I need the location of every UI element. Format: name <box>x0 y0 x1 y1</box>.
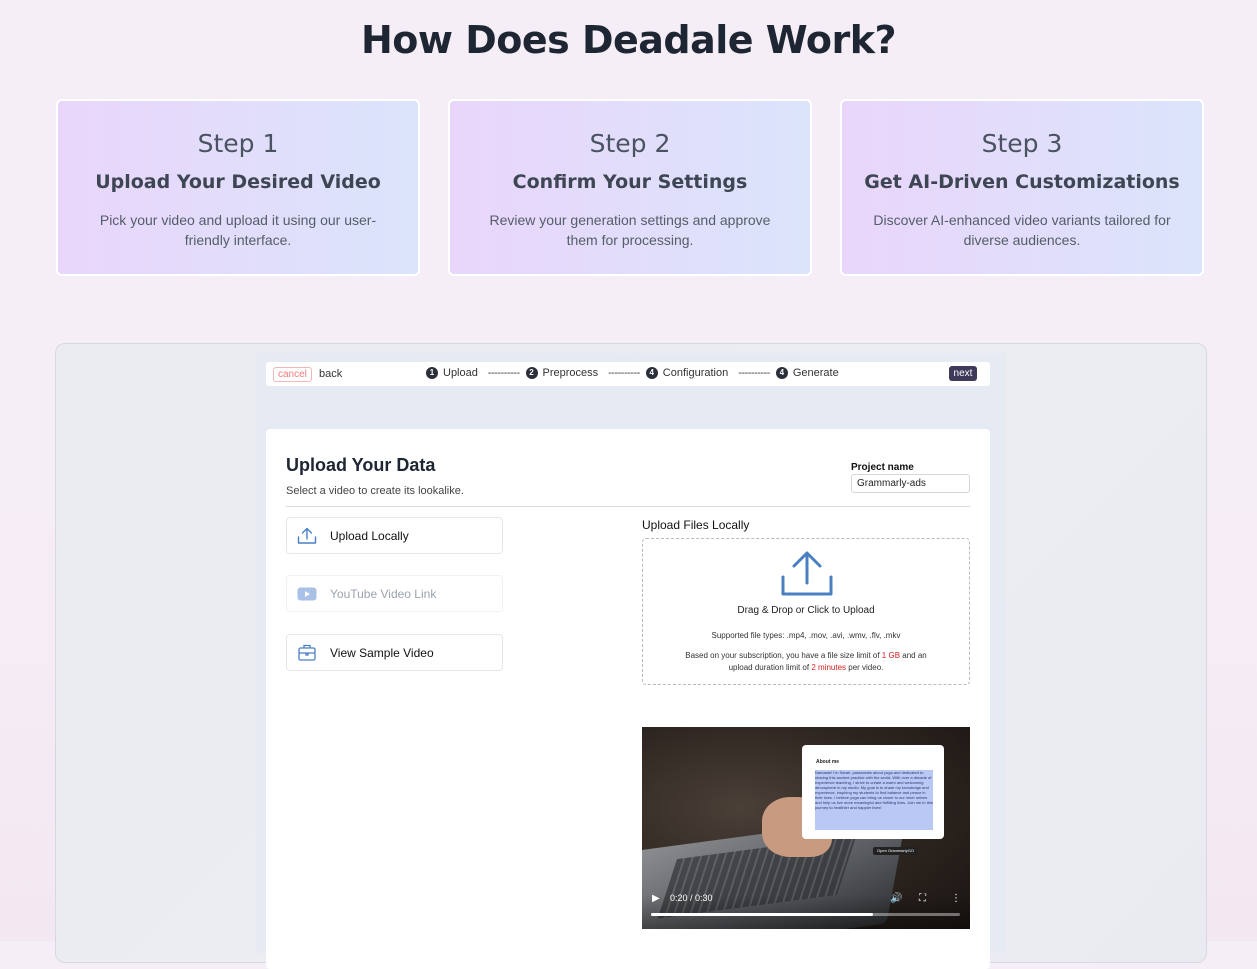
duration-limit: 2 minutes <box>811 663 847 672</box>
stepper-label-generate: Generate <box>792 367 839 379</box>
more-options-icon[interactable]: ⋮ <box>951 893 961 904</box>
volume-icon[interactable]: 🔊 <box>890 893 902 904</box>
back-button[interactable]: back <box>319 368 342 380</box>
app-screenshot: cancel back 1 Upload ---------- 2 Prepro… <box>256 353 1006 969</box>
upload-limit-text: Based on your subscription, you have a f… <box>685 651 927 672</box>
dropzone-text: Drag & Drop or Click to Upload <box>737 605 875 616</box>
view-sample-option[interactable]: View Sample Video <box>286 634 503 671</box>
about-me-card: About me Namaste! I'm Sarah, passionate … <box>802 745 944 839</box>
step-title: Get AI-Driven Customizations <box>864 171 1180 193</box>
next-button[interactable]: next <box>949 366 977 381</box>
fullscreen-icon[interactable]: ⛶ <box>919 893 926 904</box>
stepper-separator: ---------- <box>487 367 520 379</box>
step-indicator-icon: 2 <box>525 367 538 379</box>
upload-subtitle: Select a video to create its lookalike. <box>286 485 464 497</box>
play-icon[interactable]: ▶ <box>652 893 660 904</box>
step-description: Discover AI-enhanced video variants tail… <box>873 212 1171 248</box>
stepper-separator: ---------- <box>738 367 770 379</box>
step-title: Upload Your Desired Video <box>95 171 381 193</box>
project-name-label: Project name <box>851 462 914 473</box>
step-number: Step 2 <box>589 129 671 158</box>
sample-video-player[interactable]: About me Namaste! I'm Sarah, passionate … <box>642 727 970 929</box>
step-number: Step 3 <box>981 129 1063 158</box>
stepper-label-upload: Upload <box>443 367 478 379</box>
project-name-input[interactable] <box>851 474 970 493</box>
files-heading: Upload Files Locally <box>642 518 750 532</box>
supported-types: Supported file types: .mp4, .mov, .avi, … <box>711 631 901 640</box>
wizard-topbar: cancel back 1 Upload ---------- 2 Prepro… <box>266 362 990 386</box>
option-label: View Sample Video <box>330 645 434 660</box>
youtube-icon <box>296 584 318 604</box>
option-label: YouTube Video Link <box>330 586 437 601</box>
youtube-link-option[interactable]: YouTube Video Link <box>286 575 503 612</box>
option-label: Upload Locally <box>330 528 409 543</box>
divider <box>286 506 970 507</box>
step-card-2: Step 2 Confirm Your Settings Review your… <box>448 99 812 276</box>
upload-title: Upload Your Data <box>286 455 436 475</box>
step-card-1: Step 1 Upload Your Desired Video Pick yo… <box>56 99 420 276</box>
step-title: Confirm Your Settings <box>512 171 748 193</box>
cloud-upload-icon <box>781 551 833 602</box>
upload-icon <box>296 526 318 546</box>
page-title: How Does Deadale Work? <box>360 18 897 62</box>
stepper-label-preprocess: Preprocess <box>542 367 599 379</box>
stepper-separator: ---------- <box>608 367 640 379</box>
upload-panel: Upload Your Data Select a video to creat… <box>266 429 990 969</box>
step-card-3: Step 3 Get AI-Driven Customizations Disc… <box>840 99 1204 276</box>
step-indicator-icon: 4 <box>645 367 658 379</box>
step-indicator-icon: 4 <box>775 367 788 379</box>
grammarly-go-button: Open GrammarlyGO <box>873 847 918 855</box>
about-me-text: Namaste! I'm Sarah, passionate about yog… <box>815 770 933 830</box>
stepper-label-configuration: Configuration <box>662 367 729 379</box>
about-me-title: About me <box>816 759 840 765</box>
step-description: Pick your video and upload it using our … <box>99 212 377 248</box>
wizard-stepper: 1 Upload ---------- 2 Preprocess -------… <box>426 367 839 379</box>
step-number: Step 1 <box>197 129 279 158</box>
step-indicator-icon: 1 <box>426 367 438 379</box>
video-progress-bar[interactable] <box>651 913 960 916</box>
step-description: Review your generation settings and appr… <box>489 212 771 248</box>
file-dropzone[interactable]: Drag & Drop or Click to Upload Supported… <box>642 538 970 685</box>
video-time: 0:20 / 0:30 <box>670 893 713 903</box>
size-limit: 1 GB <box>881 651 901 660</box>
video-progress-fill <box>651 913 874 916</box>
upload-locally-option[interactable]: Upload Locally <box>286 517 503 554</box>
cancel-button[interactable]: cancel <box>273 367 312 382</box>
briefcase-icon <box>296 643 318 663</box>
